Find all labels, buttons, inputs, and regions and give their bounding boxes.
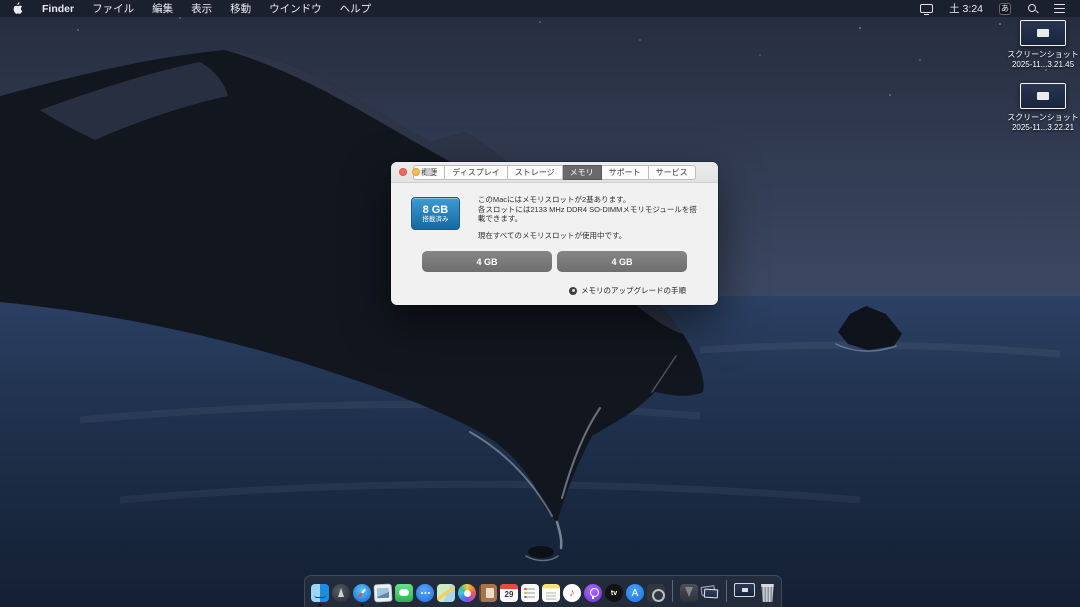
- desktop-file-screenshot-2[interactable]: スクリーンショット 2025-11...3.22.21: [1005, 83, 1080, 132]
- traffic-lights: [399, 162, 433, 182]
- menu-edit[interactable]: 編集: [143, 0, 182, 17]
- minimize-button[interactable]: [412, 168, 420, 176]
- dock-tv-icon[interactable]: tv: [605, 584, 623, 602]
- memory-description: このMacにはメモリスロットが2基あります。 各スロットには2133 MHz D…: [478, 195, 698, 240]
- memory-pane: 8 GB 搭載済み このMacにはメモリスロットが2基あります。 各スロットには…: [391, 183, 718, 296]
- menu-bar: Finder ファイル 編集 表示 移動 ウインドウ ヘルプ 土 3:24 あ: [0, 0, 1080, 17]
- dock-safari-icon[interactable]: [353, 584, 371, 602]
- memory-total-size: 8 GB: [423, 204, 449, 216]
- tab-displays[interactable]: ディスプレイ: [445, 165, 507, 180]
- menu-go[interactable]: 移動: [221, 0, 260, 17]
- memory-description-line2: 各スロットには2133 MHz DDR4 SO-DIMMメモリモジュールを搭載で…: [478, 205, 698, 224]
- spotlight-search-icon: [1027, 3, 1038, 14]
- dock-screenshots-stack-icon[interactable]: [701, 584, 719, 602]
- running-indicator: [319, 604, 322, 607]
- memory-description-line3: 現在すべてのメモリスロットが使用中です。: [478, 231, 698, 241]
- menu-window[interactable]: ウインドウ: [260, 0, 331, 17]
- close-button[interactable]: [399, 168, 407, 176]
- input-source-icon: あ: [999, 3, 1011, 15]
- window-titlebar[interactable]: 概要 ディスプレイ ストレージ メモリ サポート サービス: [391, 162, 718, 183]
- memory-slot-1: 4 GB: [422, 251, 552, 272]
- about-this-mac-window: 概要 ディスプレイ ストレージ メモリ サポート サービス 8 GB 搭載済み …: [391, 162, 718, 305]
- dock-launchpad-icon[interactable]: [332, 584, 350, 602]
- memory-upgrade-instructions-link[interactable]: メモリのアップグレードの手順: [581, 285, 686, 296]
- dock-calendar-icon[interactable]: 29: [500, 584, 518, 602]
- display-mirroring-status[interactable]: [913, 0, 940, 17]
- input-source-menu[interactable]: あ: [992, 0, 1018, 17]
- dock-photos-icon[interactable]: [458, 584, 476, 602]
- dock-chat-icon[interactable]: [416, 584, 434, 602]
- desktop: Finder ファイル 編集 表示 移動 ウインドウ ヘルプ 土 3:24 あ: [0, 0, 1080, 607]
- dock-trash-icon[interactable]: [760, 584, 775, 602]
- dock-folder-stack-icon[interactable]: [680, 584, 698, 602]
- notification-center[interactable]: [1047, 0, 1072, 17]
- memory-total-badge: 8 GB 搭載済み: [411, 197, 460, 230]
- dock-finder-icon[interactable]: [311, 584, 329, 602]
- file-title: スクリーンショット: [1005, 113, 1080, 123]
- memory-slot-2: 4 GB: [557, 251, 687, 272]
- dock-contacts-icon[interactable]: [479, 584, 497, 602]
- about-tabs: 概要 ディスプレイ ストレージ メモリ サポート サービス: [413, 165, 695, 180]
- apple-menu[interactable]: [0, 0, 33, 17]
- menu-file[interactable]: ファイル: [83, 0, 143, 17]
- desktop-file-screenshot-1[interactable]: スクリーンショット 2025-11...3.21.45: [1005, 20, 1080, 69]
- tab-memory[interactable]: メモリ: [563, 165, 602, 180]
- dock-separator: [726, 580, 727, 602]
- dock-messages-icon[interactable]: [395, 584, 413, 602]
- memory-slots: 4 GB 4 GB: [411, 251, 698, 272]
- menu-help[interactable]: ヘルプ: [331, 0, 381, 17]
- tab-service[interactable]: サービス: [649, 165, 696, 180]
- clock-label: 土 3:24: [949, 1, 983, 16]
- dock-notes-icon[interactable]: [542, 584, 560, 602]
- zoom-button-disabled: [425, 168, 433, 176]
- tab-storage[interactable]: ストレージ: [508, 165, 563, 180]
- display-mirroring-icon: [920, 4, 933, 13]
- apple-logo-icon: [12, 2, 23, 15]
- notification-center-icon: [1054, 4, 1065, 13]
- dock-separator: [672, 580, 673, 602]
- file-title: スクリーンショット: [1005, 50, 1080, 60]
- spotlight-search[interactable]: [1020, 0, 1045, 17]
- memory-installed-label: 搭載済み: [422, 216, 448, 224]
- dock-app-store-icon[interactable]: A: [626, 584, 644, 602]
- dock-maps-icon[interactable]: [437, 584, 455, 602]
- dock-utility-app-icon[interactable]: [647, 584, 665, 602]
- dock-podcasts-icon[interactable]: [584, 584, 602, 602]
- dock-minimized-window-thumbnail[interactable]: [734, 583, 755, 597]
- memory-description-line1: このMacにはメモリスロットが2基あります。: [478, 195, 698, 205]
- running-indicator: [361, 604, 364, 607]
- dock-reminders-icon[interactable]: [521, 584, 539, 602]
- dock-preview-icon[interactable]: [374, 584, 393, 603]
- tab-support[interactable]: サポート: [602, 165, 649, 180]
- menu-view[interactable]: 表示: [182, 0, 221, 17]
- screenshot-thumbnail-icon: [1020, 83, 1066, 109]
- screenshot-thumbnail-icon: [1020, 20, 1066, 46]
- menu-app-name[interactable]: Finder: [33, 0, 83, 17]
- dock-music-icon[interactable]: ♪: [563, 584, 581, 602]
- dock: 29 ♪ tv A: [304, 575, 782, 607]
- calendar-day-number: 29: [500, 589, 518, 601]
- menu-bar-clock[interactable]: 土 3:24: [942, 0, 990, 17]
- upgrade-help-icon: [569, 287, 577, 295]
- file-subtitle: 2025-11...3.22.21: [1005, 123, 1080, 133]
- file-subtitle: 2025-11...3.21.45: [1005, 60, 1080, 70]
